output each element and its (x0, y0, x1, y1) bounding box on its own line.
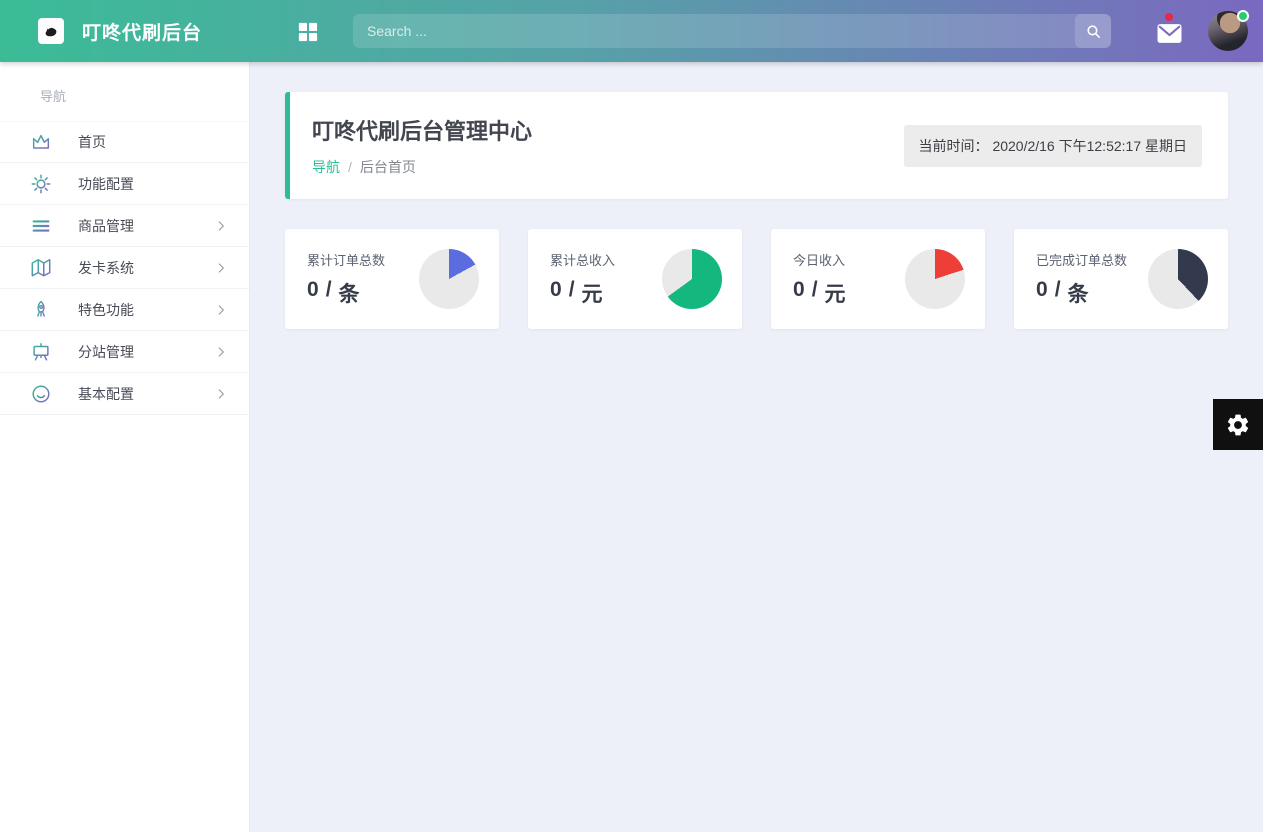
stat-unit: 条 (339, 278, 360, 308)
sidebar-item-home[interactable]: 首页 (0, 121, 249, 163)
stats-row: 累计订单总数 0 / 条 累计总收入 0 / 元 (285, 229, 1228, 329)
stat-label: 累计订单总数 (307, 250, 385, 269)
stat-value: 0 / 元 (793, 278, 846, 308)
stat-number: 0 (793, 278, 805, 308)
stat-card-completed-orders: 已完成订单总数 0 / 条 (1014, 229, 1228, 329)
chevron-right-icon (213, 344, 229, 360)
sidebar-item-card-system[interactable]: 发卡系统 (0, 247, 249, 289)
online-status-dot (1237, 10, 1249, 22)
sidebar-item-label: 基本配置 (78, 384, 134, 404)
menu-icon (30, 215, 52, 237)
page-heading-block: 叮咚代刷后台管理中心 导航 / 后台首页 (312, 114, 532, 177)
main-content: 叮咚代刷后台管理中心 导航 / 后台首页 当前时间： 2020/2/16 下午1… (250, 62, 1263, 832)
sidebar-item-label: 发卡系统 (78, 258, 134, 278)
brand-area: 叮咚代刷后台 (0, 18, 250, 45)
rocket-icon (30, 299, 52, 321)
top-header: 叮咚代刷后台 (0, 0, 1263, 62)
sidebar-item-label: 特色功能 (78, 300, 134, 320)
chevron-right-icon (213, 218, 229, 234)
stat-label: 今日收入 (793, 250, 846, 269)
apps-grid-button[interactable] (296, 20, 319, 43)
sidebar-item-substation[interactable]: 分站管理 (0, 331, 249, 373)
notification-dot (1165, 13, 1173, 21)
app-logo (38, 18, 64, 44)
breadcrumb: 导航 / 后台首页 (312, 157, 532, 177)
sidebar: 导航 首页 功能配置 (0, 62, 250, 832)
stat-unit: 条 (1068, 278, 1089, 308)
stat-label: 已完成订单总数 (1036, 250, 1127, 269)
smile-icon (30, 383, 52, 405)
gear-icon (30, 173, 52, 195)
stat-separator: / (326, 278, 332, 308)
messages-button[interactable] (1157, 23, 1182, 44)
sidebar-item-label: 功能配置 (78, 174, 134, 194)
sidebar-item-label: 分站管理 (78, 342, 134, 362)
breadcrumb-root[interactable]: 导航 (312, 157, 340, 177)
stat-label: 累计总收入 (550, 250, 615, 269)
chevron-right-icon (213, 302, 229, 318)
stat-number: 0 (307, 278, 319, 308)
current-time-value: 2020/2/16 下午12:52:17 星期日 (992, 138, 1187, 154)
stat-text: 已完成订单总数 0 / 条 (1036, 250, 1127, 308)
sidebar-item-basic-config[interactable]: 基本配置 (0, 373, 249, 415)
logo-image (42, 22, 60, 40)
page-title: 叮咚代刷后台管理中心 (312, 114, 532, 146)
sidebar-nav: 首页 功能配置 商品管理 (0, 121, 249, 415)
breadcrumb-separator: / (348, 159, 352, 175)
sidebar-item-products[interactable]: 商品管理 (0, 205, 249, 247)
crown-icon (30, 131, 52, 153)
stat-unit: 元 (825, 278, 846, 308)
current-time-label: 当前时间： (919, 138, 989, 154)
stat-unit: 元 (582, 278, 603, 308)
sidebar-item-feature-config[interactable]: 功能配置 (0, 163, 249, 205)
stat-card-today-income: 今日收入 0 / 元 (771, 229, 985, 329)
current-time-badge: 当前时间： 2020/2/16 下午12:52:17 星期日 (904, 125, 1202, 167)
settings-fab[interactable] (1213, 399, 1263, 450)
stat-text: 今日收入 0 / 元 (793, 250, 846, 308)
stat-separator: / (812, 278, 818, 308)
stat-value: 0 / 元 (550, 278, 615, 308)
pie-chart (419, 249, 479, 309)
sidebar-item-label: 首页 (78, 132, 106, 152)
search-bar (353, 14, 1111, 48)
stat-card-total-orders: 累计订单总数 0 / 条 (285, 229, 499, 329)
sidebar-item-label: 商品管理 (78, 216, 134, 236)
stat-text: 累计总收入 0 / 元 (550, 250, 615, 308)
stat-separator: / (1055, 278, 1061, 308)
search-input[interactable] (353, 14, 1075, 48)
search-button[interactable] (1075, 14, 1111, 48)
pie-chart (1148, 249, 1208, 309)
mail-icon (1157, 23, 1182, 44)
app-title: 叮咚代刷后台 (82, 18, 202, 45)
pie-chart (905, 249, 965, 309)
nav-section-label: 导航 (0, 62, 249, 121)
search-icon (1085, 23, 1102, 40)
gear-icon (1225, 412, 1251, 438)
user-avatar[interactable] (1208, 11, 1248, 51)
map-icon (30, 257, 52, 279)
stat-number: 0 (550, 278, 562, 308)
stat-value: 0 / 条 (1036, 278, 1127, 308)
stat-separator: / (569, 278, 575, 308)
sidebar-item-special-features[interactable]: 特色功能 (0, 289, 249, 331)
pie-chart (662, 249, 722, 309)
chevron-right-icon (213, 386, 229, 402)
header-actions (1157, 11, 1248, 51)
stat-text: 累计订单总数 0 / 条 (307, 250, 385, 308)
breadcrumb-current: 后台首页 (360, 157, 416, 177)
stat-number: 0 (1036, 278, 1048, 308)
grid-icon (296, 20, 319, 43)
stat-value: 0 / 条 (307, 278, 385, 308)
page-header-card: 叮咚代刷后台管理中心 导航 / 后台首页 当前时间： 2020/2/16 下午1… (285, 92, 1228, 199)
easel-icon (30, 341, 52, 363)
chevron-right-icon (213, 260, 229, 276)
stat-card-total-income: 累计总收入 0 / 元 (528, 229, 742, 329)
